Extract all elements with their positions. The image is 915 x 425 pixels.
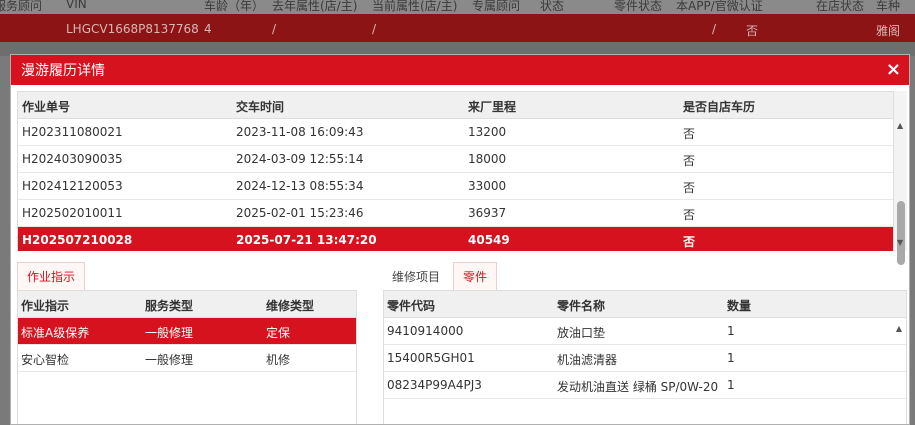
roaming-history-dialog: 漫游履历详情 × 作业单号 交车时间 来厂里程 是否自店车历 H20231108… bbox=[10, 54, 910, 425]
bg-col-age: 车龄（年） bbox=[204, 0, 265, 13]
background-table-header: 服务顾问 VIN 车龄（年） 去年属性(店/主) 当前属性(店/主) 专属顾问 … bbox=[0, 0, 915, 14]
col-instruction[interactable]: 作业指示 bbox=[21, 297, 69, 314]
bg-app-attr: / bbox=[712, 22, 717, 36]
scroll-up-icon[interactable]: ▲ bbox=[897, 121, 903, 130]
repair-type: 定保 bbox=[266, 326, 291, 340]
col-part-code[interactable]: 零件代码 bbox=[387, 297, 435, 314]
bg-col-vin: VIN bbox=[66, 0, 87, 11]
own-shop: 否 bbox=[683, 154, 696, 168]
mileage: 40549 bbox=[468, 233, 510, 247]
table-row[interactable]: 08234P99A4PJ3 发动机油直送 绿桶 SP/0W-20 1 bbox=[384, 372, 906, 399]
service-type: 一般修理 bbox=[145, 353, 194, 367]
part-qty: 1 bbox=[727, 378, 735, 392]
bg-cur-attr: / bbox=[372, 22, 377, 36]
own-shop: 否 bbox=[683, 235, 696, 249]
bg-app-value: 否 bbox=[746, 24, 759, 38]
bg-age: 4 bbox=[204, 22, 212, 36]
bg-col-in-shop: 在店状态 bbox=[816, 0, 865, 13]
scroll-up-icon[interactable]: ▲ bbox=[896, 324, 902, 333]
history-table-body: H202311080021 2023-11-08 16:09:43 13200 … bbox=[18, 119, 894, 251]
part-code: 9410914000 bbox=[387, 324, 464, 338]
bg-col-advisor: 服务顾问 bbox=[0, 0, 43, 13]
scroll-down-icon[interactable]: ▼ bbox=[897, 238, 903, 247]
table-row[interactable]: 9410914000 放油口垫 1 bbox=[384, 318, 906, 345]
bg-model: 雅阁 bbox=[876, 24, 901, 38]
instructions-table-header: 作业指示 服务类型 维修类型 bbox=[18, 291, 356, 318]
bg-col-last-attr: 去年属性(店/主) bbox=[272, 0, 358, 13]
order-number: H202403090035 bbox=[22, 152, 123, 166]
parts-table: 零件代码 零件名称 数量 9410914000 放油口垫 1 15400R5GH… bbox=[383, 290, 907, 424]
repair-type: 机修 bbox=[266, 353, 291, 367]
mileage: 36937 bbox=[468, 206, 507, 220]
dialog-title: 漫游履历详情 bbox=[21, 63, 105, 79]
bg-col-app: 本APP/官微认证 bbox=[676, 0, 763, 13]
dialog-header: 漫游履历详情 × bbox=[11, 55, 909, 85]
bg-col-cur-attr: 当前属性(店/主) bbox=[372, 0, 458, 13]
mileage: 18000 bbox=[468, 152, 507, 166]
order-number: H202412120053 bbox=[22, 179, 123, 193]
own-shop: 否 bbox=[683, 127, 696, 141]
part-name: 发动机油直送 绿桶 SP/0W-20 bbox=[557, 380, 719, 394]
table-row[interactable]: 安心智检 一般修理 机修 bbox=[18, 345, 356, 372]
delivery-time: 2025-02-01 15:23:46 bbox=[236, 206, 364, 220]
col-own-shop[interactable]: 是否自店车历 bbox=[683, 98, 755, 115]
table-row[interactable]: H202412120053 2024-12-13 08:55:34 33000 … bbox=[18, 173, 894, 200]
delivery-time: 2023-11-08 16:09:43 bbox=[236, 125, 364, 139]
part-name: 放油口垫 bbox=[557, 326, 606, 340]
table-row-selected[interactable]: H202507210028 2025-07-21 13:47:20 40549 … bbox=[18, 227, 894, 251]
delivery-time: 2025-07-21 13:47:20 bbox=[236, 233, 377, 247]
history-table-header: 作业单号 交车时间 来厂里程 是否自店车历 bbox=[18, 92, 896, 119]
part-qty: 1 bbox=[727, 351, 735, 365]
close-icon[interactable]: × bbox=[886, 61, 901, 79]
table-row[interactable]: 15400R5GH01 机油滤清器 1 bbox=[384, 345, 906, 372]
service-type: 一般修理 bbox=[145, 326, 194, 340]
bg-col-model: 车种 bbox=[876, 0, 901, 13]
bg-last-attr: / bbox=[272, 22, 277, 36]
order-number: H202502010011 bbox=[22, 206, 123, 220]
table-row[interactable]: H202502010011 2025-02-01 15:23:46 36937 … bbox=[18, 200, 894, 227]
col-part-name[interactable]: 零件名称 bbox=[557, 297, 605, 314]
scrollbar-thumb[interactable] bbox=[897, 201, 905, 265]
table-row[interactable]: H202311080021 2023-11-08 16:09:43 13200 … bbox=[18, 119, 894, 146]
bg-col-part-status: 零件状态 bbox=[614, 0, 663, 13]
background-table-row: LHGCV1668P8137768 4 / / / 否 雅阁 bbox=[0, 14, 915, 42]
part-code: 15400R5GH01 bbox=[387, 351, 475, 365]
order-number: H202507210028 bbox=[22, 233, 133, 247]
col-service-type[interactable]: 服务类型 bbox=[145, 297, 193, 314]
col-delivery-time[interactable]: 交车时间 bbox=[236, 98, 284, 115]
instructions-table: 作业指示 服务类型 维修类型 标准A级保养 一般修理 定保 安心智检 一般修理 … bbox=[17, 290, 357, 424]
bg-col-advisor2: 专属顾问 bbox=[472, 0, 521, 13]
own-shop: 否 bbox=[683, 181, 696, 195]
tab-work-instructions[interactable]: 作业指示 bbox=[17, 262, 86, 290]
col-order-number[interactable]: 作业单号 bbox=[22, 98, 70, 115]
history-scrollbar[interactable]: ▲ ▼ bbox=[893, 91, 907, 265]
tab-repair-items[interactable]: 维修项目 bbox=[384, 262, 448, 290]
table-row-selected[interactable]: 标准A级保养 一般修理 定保 bbox=[18, 318, 356, 345]
tab-parts[interactable]: 零件 bbox=[453, 262, 498, 290]
mileage: 33000 bbox=[468, 179, 507, 193]
part-qty: 1 bbox=[727, 324, 735, 338]
delivery-time: 2024-03-09 12:55:14 bbox=[236, 152, 364, 166]
table-row[interactable]: H202403090035 2024-03-09 12:55:14 18000 … bbox=[18, 146, 894, 173]
order-number: H202311080021 bbox=[22, 125, 123, 139]
bg-vin: LHGCV1668P8137768 bbox=[66, 22, 199, 36]
mileage: 13200 bbox=[468, 125, 507, 139]
history-table: 作业单号 交车时间 来厂里程 是否自店车历 H202311080021 2023… bbox=[17, 91, 897, 251]
own-shop: 否 bbox=[683, 208, 696, 222]
instruction-name: 安心智检 bbox=[21, 353, 70, 367]
delivery-time: 2024-12-13 08:55:34 bbox=[236, 179, 364, 193]
col-mileage[interactable]: 来厂里程 bbox=[468, 98, 516, 115]
bg-col-status: 状态 bbox=[540, 0, 565, 13]
col-quantity[interactable]: 数量 bbox=[727, 297, 751, 314]
part-name: 机油滤清器 bbox=[557, 353, 618, 367]
col-repair-type[interactable]: 维修类型 bbox=[266, 297, 314, 314]
instruction-name: 标准A级保养 bbox=[21, 326, 90, 340]
part-code: 08234P99A4PJ3 bbox=[387, 378, 482, 392]
parts-table-header: 零件代码 零件名称 数量 bbox=[384, 291, 906, 318]
